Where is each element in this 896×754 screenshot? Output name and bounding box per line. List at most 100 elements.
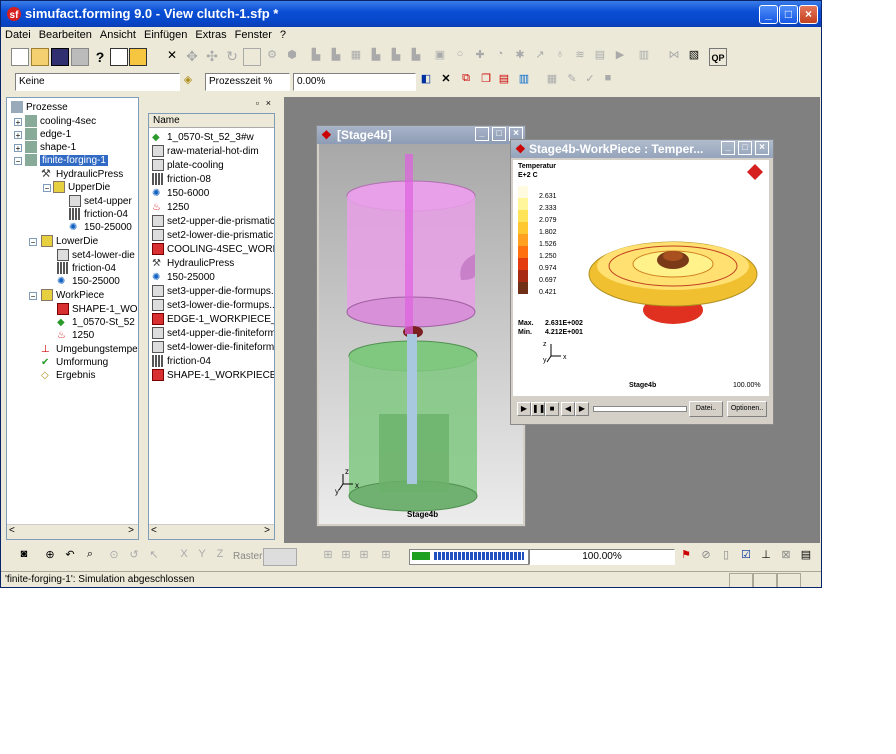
zoom-icon[interactable]: ⌕	[81, 548, 99, 566]
tree-item[interactable]: cooling-4sec	[25, 115, 96, 128]
tree-item[interactable]: ◆ 1_0570-St_52	[57, 316, 135, 329]
menu-help[interactable]: ?	[276, 27, 290, 43]
list-item[interactable]: plate-cooling	[152, 159, 224, 173]
time-select[interactable]: 0.00%	[293, 73, 416, 91]
report-icon[interactable]: ▤	[797, 548, 815, 566]
menu-extras[interactable]: Extras	[191, 27, 230, 43]
menu-einfuegen[interactable]: Einfügen	[140, 27, 191, 43]
list-item[interactable]: set4-lower-die-finiteform	[152, 341, 274, 355]
pause-icon[interactable]: ❚❚	[531, 402, 545, 416]
tree-item[interactable]: ✔ Umformung	[41, 356, 108, 369]
pin-icon[interactable]: ▫	[256, 98, 259, 108]
menu-datei[interactable]: Datei	[1, 27, 35, 43]
maximize-icon[interactable]: □	[492, 127, 506, 141]
pan-icon[interactable]: ✣	[203, 48, 221, 66]
minimize-button[interactable]: _	[759, 5, 778, 24]
play-icon[interactable]: ▶	[611, 48, 629, 66]
minimize-icon[interactable]: _	[475, 127, 489, 141]
step-forward-icon[interactable]: ▶	[575, 402, 589, 416]
tree-item[interactable]: ⚒ HydraulicPress	[41, 168, 123, 181]
new-file-icon[interactable]	[11, 48, 29, 66]
rotate-icon[interactable]: ↻	[223, 48, 241, 66]
copy-icon[interactable]: ❐	[477, 72, 495, 90]
select-arrow-icon[interactable]: ↖	[145, 548, 163, 566]
pdf-icon[interactable]: ▤	[495, 72, 513, 90]
export-icon[interactable]: ▧	[685, 48, 703, 66]
undo-view-icon[interactable]: ↺	[125, 548, 143, 566]
tree-item[interactable]: UpperDie	[53, 181, 110, 194]
list-item[interactable]: set2-upper-die-prismatic	[152, 215, 274, 229]
flag-icon[interactable]: ⚑	[677, 548, 695, 566]
cross-icon[interactable]: ✕	[437, 72, 455, 90]
list-item[interactable]: friction-04	[152, 355, 211, 369]
qp-icon[interactable]: QP	[709, 48, 727, 66]
check-icon[interactable]: ✓	[581, 72, 599, 90]
rotate-view-icon[interactable]: ↶	[61, 548, 79, 566]
gauge-icon[interactable]: ◔	[491, 48, 509, 66]
axis-icon[interactable]: ✕	[163, 48, 181, 66]
collapse-icon[interactable]: −	[14, 157, 22, 166]
collapse-icon[interactable]: −	[29, 292, 37, 301]
grid-view-icon[interactable]: ▦	[543, 72, 561, 90]
close-button[interactable]: ×	[799, 5, 818, 24]
probe-icon[interactable]: ♁	[551, 48, 569, 66]
window-icon[interactable]	[129, 48, 147, 66]
tree-item[interactable]: edge-1	[25, 128, 71, 141]
chart-icon-4[interactable]: ▙	[367, 48, 385, 66]
pointer-icon[interactable]: ↗	[531, 48, 549, 66]
tree-item[interactable]: shape-1	[25, 141, 76, 154]
list-item[interactable]: SHAPE-1_WORKPIECE_...	[152, 369, 274, 383]
list-item[interactable]: ✺ 150-25000	[152, 271, 215, 285]
time-slider[interactable]	[593, 406, 687, 412]
stage-view-window[interactable]: ❖ [Stage4b] _ □ × z x y Stage4b	[316, 125, 526, 527]
filter-field[interactable]: Keine	[15, 73, 180, 91]
delete-icon[interactable]: ⊠	[777, 548, 795, 566]
film-icon[interactable]: ▤	[591, 48, 609, 66]
chart-icon-3[interactable]: ▦	[347, 48, 365, 66]
move-icon[interactable]: ✥	[183, 48, 201, 66]
box-icon[interactable]	[243, 48, 261, 66]
scroll-left-icon[interactable]: <	[151, 525, 157, 536]
center-icon[interactable]: ⊙	[105, 548, 123, 566]
tree-item[interactable]: ✺ 150-25000	[57, 275, 120, 288]
chart-icon-5[interactable]: ▙	[387, 48, 405, 66]
stop-icon[interactable]: ■	[545, 402, 559, 416]
list-item[interactable]: COOLING-4SEC_WORK...	[152, 243, 274, 257]
tree-item-selected[interactable]: finite-forging-1	[25, 154, 108, 167]
tree-item[interactable]: friction-04	[57, 262, 116, 275]
tree-item[interactable]: set4-lower-die	[57, 249, 135, 262]
menu-fenster[interactable]: Fenster	[231, 27, 276, 43]
tree-view-icon[interactable]	[110, 48, 128, 66]
list-item[interactable]: ◆ 1_0570-St_52_3#w	[152, 131, 254, 145]
x-axis-icon[interactable]: X	[175, 548, 193, 566]
tree-item[interactable]: ♨ 1250	[57, 329, 94, 342]
scroll-right-icon[interactable]: >	[264, 525, 270, 536]
help-icon[interactable]: ?	[91, 48, 109, 66]
chart-icon-6[interactable]: ▙	[407, 48, 425, 66]
tree-item[interactable]: friction-04	[69, 208, 128, 221]
chart-icon-2[interactable]: ▙	[327, 48, 345, 66]
scroll-right-icon[interactable]: >	[128, 525, 134, 536]
list-item[interactable]: EDGE-1_WORKPIECE_916	[152, 313, 274, 327]
circle-icon[interactable]: ○	[451, 48, 469, 66]
measure-icon[interactable]: ⊥	[757, 548, 775, 566]
mesh-icon[interactable]: ⬢	[283, 48, 301, 66]
options-button[interactable]: Optionen..	[727, 401, 767, 417]
collapse-icon[interactable]: −	[43, 184, 51, 193]
step-back-icon[interactable]: ◀	[561, 402, 575, 416]
list-item[interactable]: raw-material-hot-dim	[152, 145, 259, 159]
expand-icon[interactable]: +	[14, 144, 22, 153]
tree-hscrollbar[interactable]: < >	[7, 524, 138, 539]
chart-icon-1[interactable]: ▙	[307, 48, 325, 66]
z-axis-icon[interactable]: Z	[211, 548, 229, 566]
raster-input[interactable]	[263, 548, 297, 566]
list-item[interactable]: ♨ 1250	[152, 201, 189, 215]
maximize-button[interactable]: □	[779, 5, 798, 24]
open-folder-icon[interactable]	[31, 48, 49, 66]
file-button[interactable]: Datei..	[689, 401, 723, 417]
tree-root[interactable]: Prozesse	[11, 101, 68, 114]
y-axis-icon[interactable]: Y	[193, 548, 211, 566]
stage-3d-canvas[interactable]: z x y Stage4b	[319, 144, 523, 524]
xyz-icon[interactable]: ⋈	[665, 48, 683, 66]
probe-icon-2[interactable]: ✎	[563, 72, 581, 90]
